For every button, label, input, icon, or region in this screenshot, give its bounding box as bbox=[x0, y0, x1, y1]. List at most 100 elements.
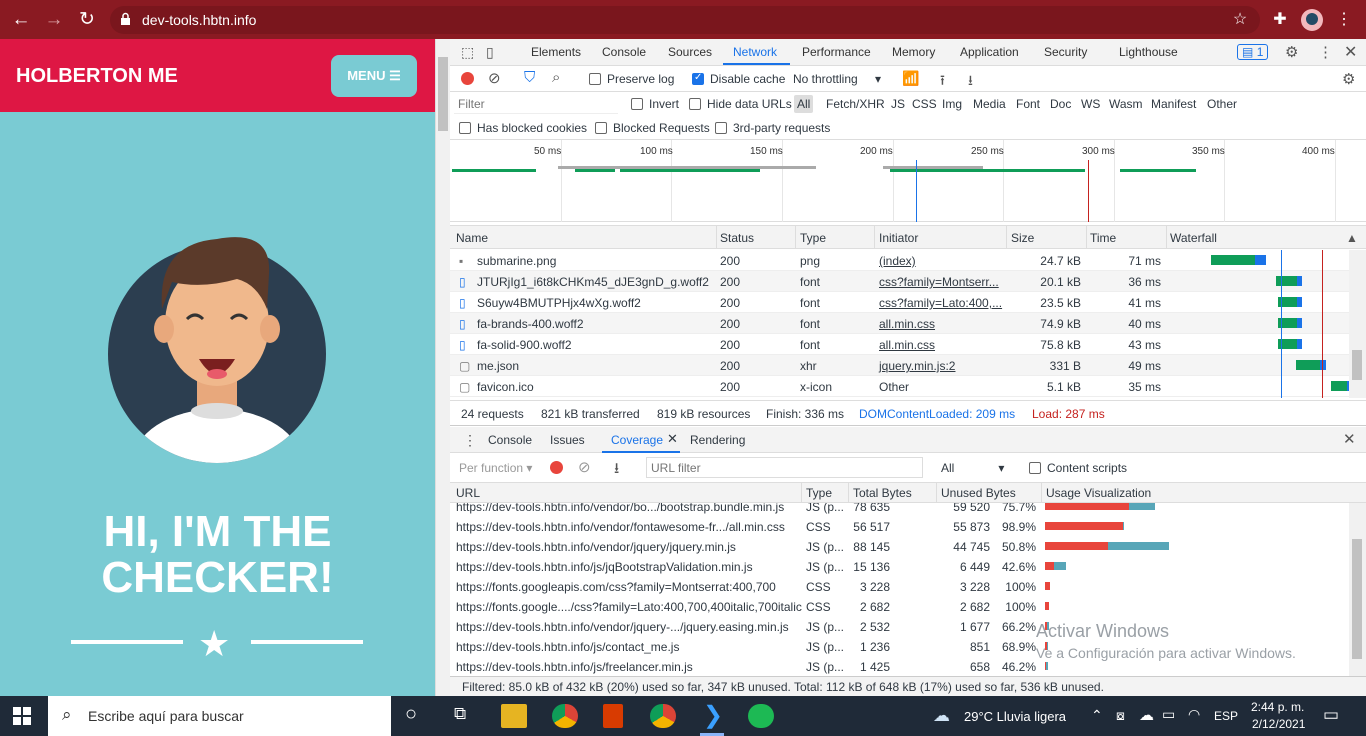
weather-cloud-icon[interactable]: ☁ bbox=[933, 706, 950, 726]
tab-console[interactable]: Console bbox=[602, 45, 646, 59]
close-coverage-tab-icon[interactable]: ✕ bbox=[667, 431, 678, 447]
request-initiator[interactable]: css?family=Lato:400,... bbox=[879, 296, 1002, 310]
request-row[interactable]: ▢ favicon.ico 200 x-icon Other 5.1 kB 35 ms bbox=[450, 376, 1366, 397]
request-initiator[interactable]: all.min.css bbox=[879, 317, 935, 331]
type-filter-other[interactable]: Other bbox=[1207, 97, 1237, 111]
address-bar[interactable]: dev-tools.hbtn.info bbox=[110, 6, 1260, 34]
language-indicator[interactable]: ESP bbox=[1214, 709, 1238, 723]
onedrive-cloud-icon[interactable]: ☁ bbox=[1139, 706, 1154, 724]
requests-scrollbar-thumb[interactable] bbox=[1352, 350, 1362, 380]
record-icon[interactable] bbox=[461, 72, 474, 85]
coverage-row[interactable]: https://dev-tools.hbtn.info/vendor/bo...… bbox=[450, 503, 1366, 517]
network-overview[interactable]: 50 ms 100 ms 150 ms 200 ms 250 ms 300 ms… bbox=[450, 140, 1366, 222]
type-filter-font[interactable]: Font bbox=[1016, 97, 1040, 111]
drawer-menu-icon[interactable]: ⋮ bbox=[463, 432, 477, 449]
type-filter-all[interactable]: All bbox=[794, 95, 814, 113]
cov-col-type[interactable]: Type bbox=[806, 486, 832, 500]
more-menu-icon[interactable]: ⋮ bbox=[1334, 10, 1354, 30]
request-initiator[interactable]: jquery.min.js:2 bbox=[879, 359, 955, 373]
cov-col-total-bytes[interactable]: Total Bytes bbox=[853, 486, 912, 500]
sort-up-icon[interactable]: ▲ bbox=[1346, 231, 1358, 245]
type-filter-css[interactable]: CSS bbox=[912, 97, 937, 111]
windows-start-icon[interactable] bbox=[13, 707, 31, 725]
coverage-row[interactable]: https://dev-tools.hbtn.info/js/jqBootstr… bbox=[450, 557, 1366, 577]
meet-now-icon[interactable]: ⧇ bbox=[1116, 707, 1125, 724]
col-waterfall[interactable]: Waterfall bbox=[1170, 231, 1217, 245]
forward-icon[interactable]: → bbox=[42, 8, 66, 32]
devtools-menu-icon[interactable]: ⋮ bbox=[1318, 43, 1333, 61]
coverage-export-icon[interactable]: ⭳ bbox=[614, 458, 619, 483]
coverage-row[interactable]: https://dev-tools.hbtn.info/vendor/jquer… bbox=[450, 617, 1366, 637]
office-icon[interactable] bbox=[603, 704, 623, 728]
cov-col-unused-bytes[interactable]: Unused Bytes bbox=[941, 486, 1016, 500]
back-icon[interactable]: ← bbox=[9, 8, 33, 32]
type-filter-ws[interactable]: WS bbox=[1081, 97, 1100, 111]
tab-application[interactable]: Application bbox=[960, 45, 1019, 59]
chrome-icon[interactable] bbox=[552, 704, 578, 728]
type-filter-fetch-xhr[interactable]: Fetch/XHR bbox=[826, 97, 885, 111]
drawer-tab-coverage[interactable]: Coverage bbox=[611, 433, 663, 447]
filter-input[interactable] bbox=[454, 95, 618, 114]
coverage-row[interactable]: https://fonts.google..../css?family=Lato… bbox=[450, 597, 1366, 617]
filter-icon[interactable]: ⛉ bbox=[524, 69, 535, 86]
cov-col-url[interactable]: URL bbox=[456, 486, 480, 500]
extensions-icon[interactable]: ✚ bbox=[1270, 10, 1290, 30]
request-row[interactable]: ▪ submarine.png 200 png (index) 24.7 kB 71 ms bbox=[450, 250, 1366, 271]
request-initiator[interactable]: css?family=Montserr... bbox=[879, 275, 999, 289]
taskbar-search-box[interactable]: ⌕ Escribe aquí para buscar bbox=[48, 696, 391, 736]
cortana-icon[interactable]: ○ bbox=[405, 703, 417, 726]
request-row[interactable]: ▢ me.json 200 xhr jquery.min.js:2 331 B 49 ms bbox=[450, 355, 1366, 376]
blocked-requests-checkbox[interactable] bbox=[595, 122, 607, 134]
drawer-tab-rendering[interactable]: Rendering bbox=[690, 433, 745, 447]
spotify-icon[interactable] bbox=[748, 704, 774, 728]
network-conditions-icon[interactable]: 📶 bbox=[902, 70, 919, 87]
tab-elements[interactable]: Elements bbox=[531, 45, 581, 59]
type-filter-manifest[interactable]: Manifest bbox=[1151, 97, 1196, 111]
page-scrollbar-thumb[interactable] bbox=[438, 57, 448, 131]
bookmark-star-icon[interactable]: ☆ bbox=[1230, 10, 1250, 30]
request-initiator[interactable]: all.min.css bbox=[879, 338, 935, 352]
request-row[interactable]: ▯ JTURjIg1_i6t8kCHKm45_dJE3gnD_g.woff2 200… bbox=[450, 271, 1366, 292]
hide-data-urls-checkbox[interactable] bbox=[689, 98, 701, 110]
invert-checkbox[interactable] bbox=[631, 98, 643, 110]
type-filter-media[interactable]: Media bbox=[973, 97, 1006, 111]
issues-badge[interactable]: ▤ 1 bbox=[1237, 44, 1269, 60]
device-toolbar-icon[interactable]: ▯ bbox=[486, 44, 494, 61]
url-filter-input[interactable] bbox=[646, 457, 923, 478]
settings-gear-icon[interactable]: ⚙ bbox=[1285, 43, 1298, 61]
request-row[interactable]: ▯ S6uyw4BMUTPHjx4wXg.woff2 200 font css?fami… bbox=[450, 292, 1366, 313]
tab-performance[interactable]: Performance bbox=[802, 45, 871, 59]
battery-icon[interactable]: ▭ bbox=[1162, 706, 1175, 723]
throttling-select[interactable]: No throttling ▾ bbox=[793, 72, 881, 86]
disable-cache-checkbox[interactable] bbox=[692, 72, 704, 85]
site-brand[interactable]: HOLBERTON ME bbox=[16, 65, 178, 88]
export-har-icon[interactable]: ⭳ bbox=[968, 70, 973, 94]
type-filter-img[interactable]: Img bbox=[942, 97, 962, 111]
tab-memory[interactable]: Memory bbox=[892, 45, 935, 59]
col-size[interactable]: Size bbox=[1011, 231, 1034, 245]
cov-col-usage-visualization[interactable]: Usage Visualization bbox=[1046, 486, 1151, 500]
import-har-icon[interactable]: ⭱ bbox=[940, 70, 945, 94]
coverage-type-select[interactable]: All ▾ bbox=[941, 461, 1004, 475]
col-type[interactable]: Type bbox=[800, 231, 826, 245]
coverage-clear-icon[interactable]: ⊘ bbox=[578, 458, 591, 476]
task-view-icon[interactable]: ⧉ bbox=[454, 704, 466, 724]
tab-lighthouse[interactable]: Lighthouse bbox=[1119, 45, 1178, 59]
weather-text[interactable]: 29°C Lluvia ligera bbox=[964, 709, 1066, 724]
third-party-checkbox[interactable] bbox=[715, 122, 727, 134]
coverage-scrollbar[interactable] bbox=[1349, 503, 1366, 676]
file-explorer-icon[interactable] bbox=[501, 704, 527, 728]
network-settings-gear-icon[interactable]: ⚙ bbox=[1342, 70, 1355, 88]
coverage-mode-select[interactable]: Per function ▾ bbox=[459, 461, 532, 475]
search-icon[interactable]: ⌕ bbox=[552, 69, 560, 86]
type-filter-wasm[interactable]: Wasm bbox=[1109, 97, 1143, 111]
page-scrollbar[interactable] bbox=[435, 39, 450, 696]
tab-network[interactable]: Network bbox=[733, 45, 777, 59]
coverage-row[interactable]: https://fonts.googleapis.com/css?family=… bbox=[450, 577, 1366, 597]
col-initiator[interactable]: Initiator bbox=[879, 231, 918, 245]
col-name[interactable]: Name bbox=[456, 231, 488, 245]
menu-button[interactable]: MENU ☰ bbox=[331, 55, 417, 97]
clear-icon[interactable]: ⊘ bbox=[488, 69, 501, 87]
show-hidden-icons-chevron[interactable]: ⌃ bbox=[1091, 707, 1103, 724]
clock-date[interactable]: 2/12/2021 bbox=[1252, 717, 1305, 731]
